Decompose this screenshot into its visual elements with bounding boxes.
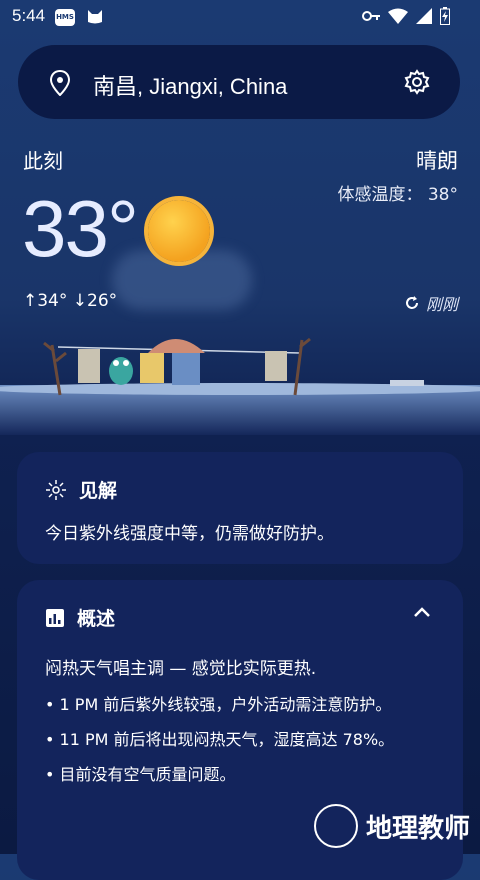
insight-text: 今日紫外线强度中等，仍需做好防护。 xyxy=(45,524,334,544)
low-temp: ↓26° xyxy=(72,291,118,311)
overview-list: • 1 PM 前后紫外线较强，户外活动需注意防护。 • 11 PM 前后将出现闷… xyxy=(45,692,435,797)
sun-icon xyxy=(148,200,210,262)
insight-card[interactable]: 见解 今日紫外线强度中等，仍需做好防护。 xyxy=(17,452,463,564)
now-label: 此刻 xyxy=(23,149,63,173)
bar-chart-icon xyxy=(46,608,64,627)
gear-icon[interactable] xyxy=(404,69,430,95)
signal-icon xyxy=(416,8,432,24)
location-bar[interactable]: 南昌, Jiangxi, China xyxy=(18,45,460,119)
cat-icon xyxy=(88,10,102,24)
overview-summary: 闷热天气唱主调 — 感觉比实际更热. xyxy=(45,659,317,679)
sparkle-icon xyxy=(46,479,66,500)
battery-charging-icon xyxy=(440,7,450,25)
overview-header: 概述 xyxy=(45,604,115,631)
insight-header: 见解 xyxy=(45,476,117,503)
high-temp: ↑34° xyxy=(23,291,68,311)
refresh-status[interactable]: 刚刚 xyxy=(404,291,458,315)
feels-like-label: 体感温度： xyxy=(337,185,423,205)
wifi-icon xyxy=(388,8,408,24)
feels-like-value: 38° xyxy=(427,185,458,205)
status-bar: 5:44 HMS xyxy=(0,0,480,34)
key-icon xyxy=(362,11,380,21)
watermark-text: 地理教师 xyxy=(365,813,470,844)
list-item: • 11 PM 前后将出现闷热天气，湿度高达 78%。 xyxy=(45,730,395,749)
high-low: ↑34° ↓26° xyxy=(23,291,117,311)
overview-title: 概述 xyxy=(77,608,116,630)
status-icons xyxy=(362,7,450,25)
location-name[interactable]: 南昌, Jiangxi, China xyxy=(93,69,287,101)
globe-icon xyxy=(313,804,358,848)
status-time: 5:44 xyxy=(12,6,46,25)
refresh-icon xyxy=(406,296,418,309)
insight-title: 见解 xyxy=(79,480,118,502)
feels-like: 体感温度： 38° xyxy=(337,180,458,205)
list-item: • 目前没有空气质量问题。 xyxy=(45,765,236,784)
chevron-up-icon[interactable] xyxy=(413,606,431,618)
current-temperature: 33° xyxy=(22,184,139,273)
condition-text: 晴朗 xyxy=(416,149,458,173)
updated-text: 刚刚 xyxy=(425,295,458,314)
location-pin-icon xyxy=(50,70,70,96)
watermark: 地理教师 xyxy=(313,804,470,848)
weather-illustration xyxy=(0,337,480,435)
hms-icon: HMS xyxy=(55,9,75,26)
list-item: • 1 PM 前后紫外线较强，户外活动需注意防护。 xyxy=(45,695,392,714)
